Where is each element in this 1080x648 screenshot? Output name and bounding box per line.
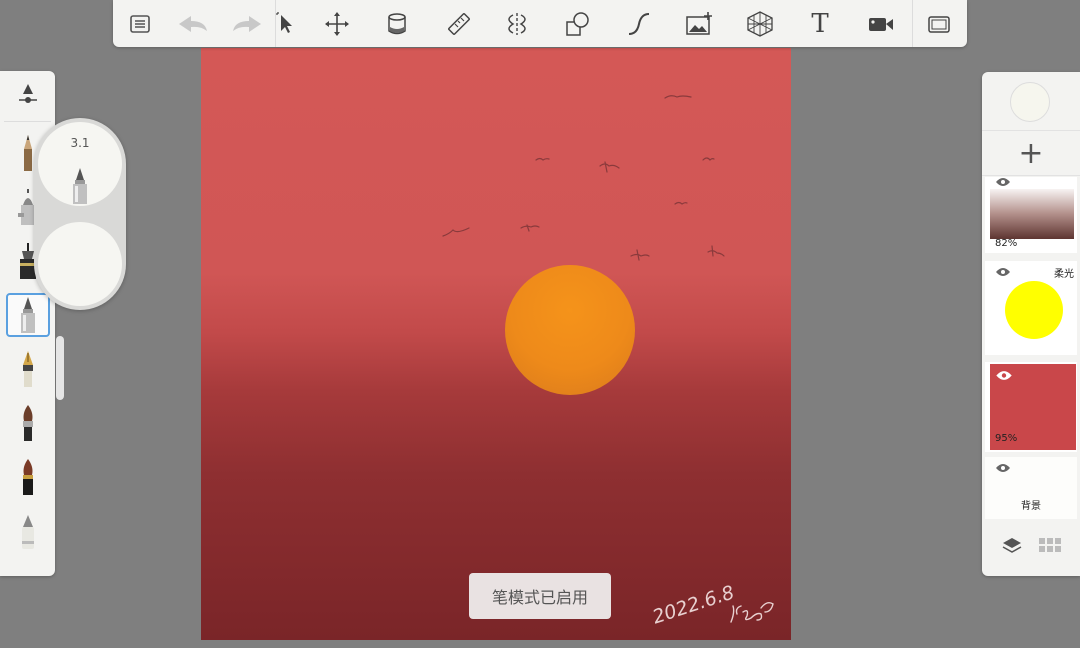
birds-sketch [442,95,725,261]
drawing-canvas[interactable]: 2022.6.8 [201,48,791,640]
perspective-grid-icon[interactable] [744,8,776,40]
top-toolbar: T [113,0,967,47]
toast-message: 笔模式已启用 [469,573,611,619]
eye-icon[interactable] [995,463,1011,473]
layer-item[interactable]: 82% [985,177,1077,253]
brush-size-control[interactable]: 3.1 [38,122,122,206]
add-layer-button[interactable]: + [982,130,1080,176]
layer-name: 背景 [1021,501,1041,512]
eye-icon[interactable] [995,177,1011,187]
redo-icon[interactable] [231,8,263,40]
shapes-icon[interactable] [562,8,594,40]
video-camera-icon[interactable] [865,8,897,40]
brush-opacity-control[interactable] [38,222,122,306]
fountain-pen-brush-icon[interactable] [6,347,50,391]
signature-drawing: 2022.6.8 [650,581,774,628]
add-image-icon[interactable] [683,8,715,40]
ruler-icon[interactable] [443,8,475,40]
signature-date: 2022.6.8 [650,581,737,628]
selection-icon[interactable] [269,8,301,40]
synthetic-pen-brush-icon-selected[interactable] [6,293,50,337]
current-color-swatch[interactable] [1010,82,1050,122]
symmetry-icon[interactable] [501,8,533,40]
layer-thumbnail [1005,281,1063,339]
toolbar-divider [912,0,913,47]
sun-shape [505,265,635,395]
brush-size-opacity-puck[interactable]: 3.1 [34,118,126,310]
layer-opacity: 82% [995,238,1018,249]
eye-icon[interactable] [995,267,1011,277]
marker-brush-icon[interactable] [6,509,50,553]
curve-icon[interactable] [623,8,655,40]
layer-blend-mode: 柔光 [1054,269,1074,280]
move-icon[interactable] [321,8,353,40]
layer-item[interactable]: 背景 [985,457,1077,519]
current-brush-preview-icon [73,168,87,204]
paint-brush-icon[interactable] [6,401,50,445]
paint-bucket-icon[interactable] [381,8,413,40]
layer-item-selected[interactable]: 95% [985,362,1077,452]
ink-brush-icon[interactable] [6,455,50,499]
layer-opacity: 95% [995,433,1018,444]
layer-thumbnail [990,189,1074,239]
brush-scroll-handle[interactable] [56,336,64,400]
layer-panel: + 82% 柔光 95% 背景 [982,72,1080,576]
fullscreen-icon[interactable] [923,8,955,40]
undo-icon[interactable] [177,8,209,40]
eye-icon[interactable] [995,370,1013,381]
brush-size-value: 3.1 [70,136,90,150]
brush-properties-icon[interactable] [6,73,50,117]
text-icon[interactable]: T [804,8,836,40]
layers-icon[interactable] [1001,536,1023,554]
grid-view-icon[interactable] [1038,536,1062,554]
layer-item[interactable]: 柔光 [985,261,1077,355]
brush-divider [4,121,51,122]
list-icon[interactable] [124,8,156,40]
